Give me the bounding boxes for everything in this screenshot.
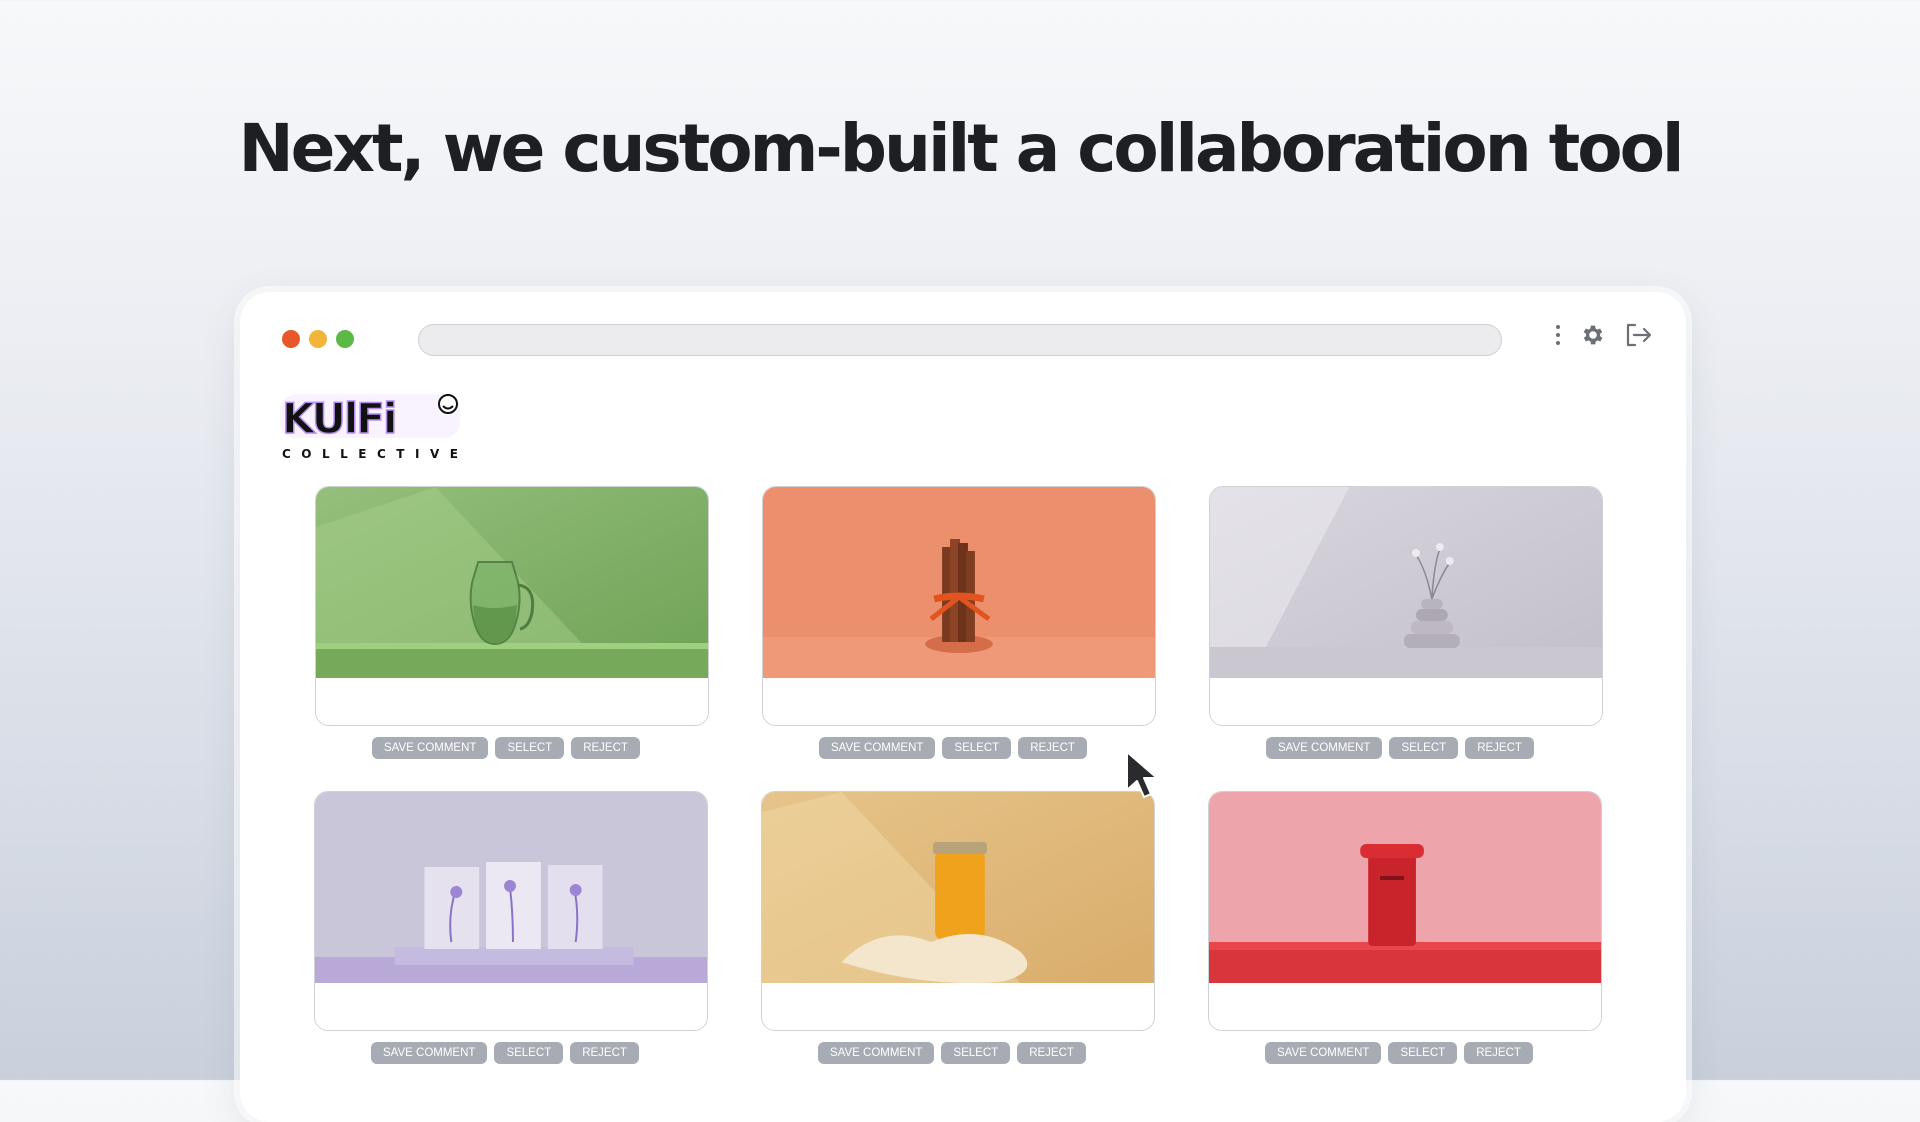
card-6-actions: SAVE COMMENT SELECT REJECT: [1265, 1042, 1533, 1064]
select-button[interactable]: SELECT: [941, 1042, 1011, 1064]
image-card-2: [762, 486, 1156, 726]
photo-lavender-cards[interactable]: [315, 792, 707, 983]
select-button[interactable]: SELECT: [494, 1042, 564, 1064]
reject-button[interactable]: REJECT: [1018, 737, 1087, 759]
mouse-pointer-icon: [1126, 751, 1158, 798]
image-card-5: [761, 791, 1155, 1031]
comment-field[interactable]: [1209, 983, 1601, 1030]
logout-icon[interactable]: [1624, 322, 1652, 348]
reject-button[interactable]: REJECT: [571, 737, 640, 759]
photo-honey-jar[interactable]: [762, 792, 1154, 983]
image-card-6: [1208, 791, 1602, 1031]
svg-text:COLLECTIVE: COLLECTIVE: [282, 447, 468, 461]
comment-field[interactable]: [763, 678, 1155, 725]
save-comment-button[interactable]: SAVE COMMENT: [818, 1042, 935, 1064]
window-controls: [282, 330, 354, 348]
select-button[interactable]: SELECT: [1389, 737, 1459, 759]
toolbar-icons: [1554, 322, 1652, 348]
save-comment-button[interactable]: SAVE COMMENT: [371, 1042, 488, 1064]
image-card-1: [315, 486, 709, 726]
select-button[interactable]: SELECT: [495, 737, 565, 759]
minimize-window-dot[interactable]: [309, 330, 327, 348]
card-4-actions: SAVE COMMENT SELECT REJECT: [371, 1042, 639, 1064]
address-bar[interactable]: [418, 324, 1502, 356]
photo-green-pitcher[interactable]: [316, 487, 708, 678]
save-comment-button[interactable]: SAVE COMMENT: [372, 737, 489, 759]
comment-field[interactable]: [1210, 678, 1602, 725]
card-5-actions: SAVE COMMENT SELECT REJECT: [818, 1042, 1086, 1064]
reject-button[interactable]: REJECT: [1017, 1042, 1086, 1064]
select-button[interactable]: SELECT: [1388, 1042, 1458, 1064]
card-3-actions: SAVE COMMENT SELECT REJECT: [1266, 737, 1534, 759]
comment-field[interactable]: [315, 983, 707, 1030]
photo-red-post-box[interactable]: [1209, 792, 1601, 983]
close-window-dot[interactable]: [282, 330, 300, 348]
card-2-actions: SAVE COMMENT SELECT REJECT: [819, 737, 1087, 759]
kulfi-collective-logo: KUlFi COLLECTIVE: [280, 393, 468, 461]
reject-button[interactable]: REJECT: [570, 1042, 639, 1064]
select-button[interactable]: SELECT: [942, 737, 1012, 759]
svg-text:KUlFi: KUlFi: [282, 394, 395, 443]
photo-stacked-bowls[interactable]: [1210, 487, 1602, 678]
reject-button[interactable]: REJECT: [1465, 737, 1534, 759]
save-comment-button[interactable]: SAVE COMMENT: [819, 737, 936, 759]
image-card-4: [314, 791, 708, 1031]
card-1-actions: SAVE COMMENT SELECT REJECT: [372, 737, 640, 759]
save-comment-button[interactable]: SAVE COMMENT: [1266, 737, 1383, 759]
reject-button[interactable]: REJECT: [1464, 1042, 1533, 1064]
comment-field[interactable]: [762, 983, 1154, 1030]
page-headline: Next, we custom-built a collaboration to…: [238, 110, 1684, 187]
image-card-3: [1209, 486, 1603, 726]
comment-field[interactable]: [316, 678, 708, 725]
gear-icon[interactable]: [1580, 322, 1606, 348]
save-comment-button[interactable]: SAVE COMMENT: [1265, 1042, 1382, 1064]
maximize-window-dot[interactable]: [336, 330, 354, 348]
browser-window: KUlFi COLLECTIVE SAVE COMMENT SELECT REJ…: [240, 292, 1686, 1122]
more-vertical-icon[interactable]: [1554, 323, 1562, 347]
photo-cinnamon-sticks[interactable]: [763, 487, 1155, 678]
